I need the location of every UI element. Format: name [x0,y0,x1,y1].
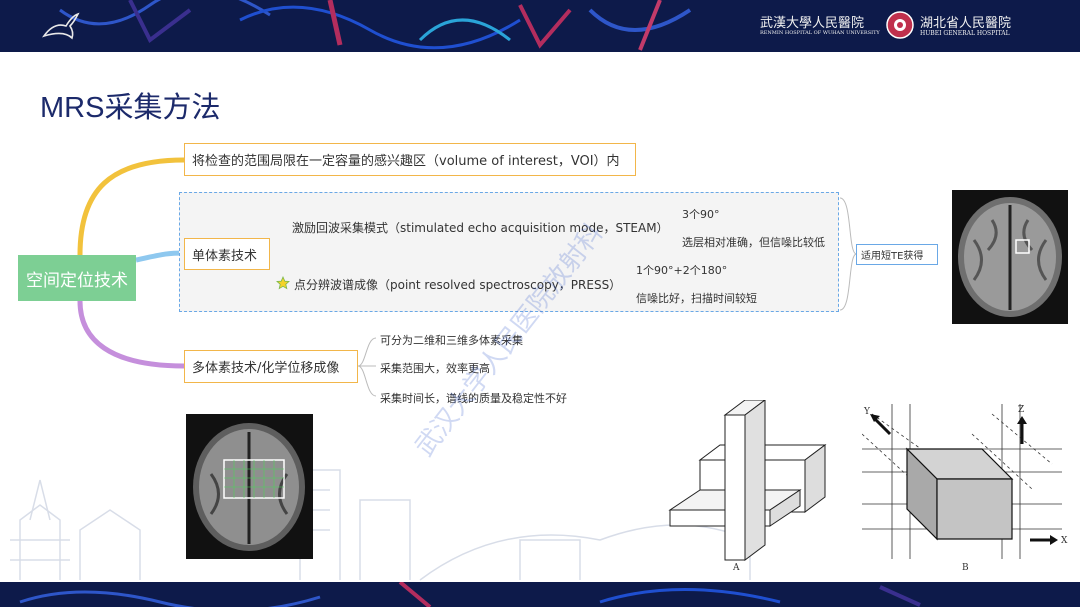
diagram-b-voxel-cube: Y Z X B [862,404,1068,573]
axis-x-label: X [1061,536,1068,546]
branch-voi: 将检查的范围局限在一定容量的感兴趣区（volume of interest，VO… [184,143,636,176]
mri-multi-voxel-image [186,414,313,559]
steam-note-2: 选层相对准确，但信噪比较低 [682,236,825,249]
steam-label: 激励回波采集模式（stimulated echo acquisition mod… [292,221,669,235]
press-note-1: 1个90°+2个180° [636,264,728,277]
branch-single-voxel: 单体素技术 [184,238,270,270]
press-note-2: 信噪比好，扫描时间较短 [636,292,757,305]
root-node: 空间定位技术 [18,255,136,301]
branch-multi-voxel: 多体素技术/化学位移成像 [184,350,358,383]
single-voxel-note: 适用短TE获得 [856,244,938,265]
mri-single-voxel-image [952,190,1068,324]
diagram-b-label: B [962,563,969,573]
diagram-a-label: A [732,563,740,573]
diagram-a-slab-intersection: A [668,400,827,573]
axis-y-label: Y [863,407,871,417]
axis-z-label: Z [1018,405,1024,415]
star-icon [276,276,290,290]
steam-note-1: 3个90° [682,208,720,221]
